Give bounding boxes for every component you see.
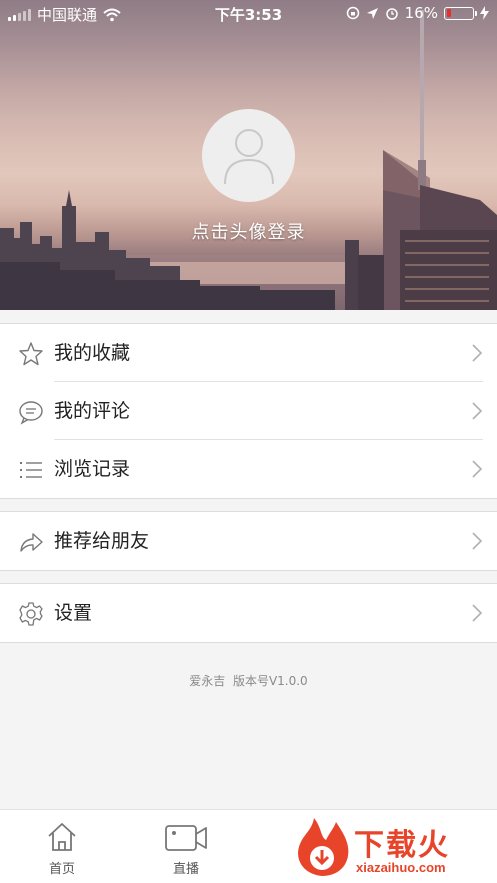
gear-icon xyxy=(19,602,43,626)
app-name: 爱永吉 xyxy=(189,674,226,688)
tab-label: 首页 xyxy=(48,862,75,877)
battery-icon xyxy=(444,6,477,20)
menu-item-favorites[interactable]: 我的收藏 xyxy=(0,324,497,382)
menu-group-settings: 设置 xyxy=(0,583,497,643)
charging-bolt-icon xyxy=(480,6,489,20)
battery-percent: 16% xyxy=(404,4,438,22)
chevron-right-icon xyxy=(472,344,483,362)
menu-item-settings[interactable]: 设置 xyxy=(0,584,497,642)
menu-item-comments[interactable]: 我的评论 xyxy=(0,382,497,440)
watermark-url: xiazaihuo.com xyxy=(356,860,446,875)
tab-home[interactable]: 首页 xyxy=(22,820,102,877)
version-number: 版本号V1.0.0 xyxy=(232,674,308,688)
share-arrow-icon xyxy=(20,533,43,552)
comment-bubble-icon xyxy=(19,401,43,425)
user-placeholder-icon xyxy=(223,128,274,184)
chevron-right-icon xyxy=(472,402,483,420)
menu-label: 浏览记录 xyxy=(54,458,131,480)
menu-label: 设置 xyxy=(54,602,93,624)
video-camera-icon xyxy=(165,825,207,851)
watermark-logo: 下载火 xiazaihuo.com xyxy=(292,816,492,880)
menu-label: 我的评论 xyxy=(54,400,131,422)
chevron-right-icon xyxy=(472,532,483,550)
watermark-text: 下载火 xyxy=(354,828,450,863)
chevron-right-icon xyxy=(472,460,483,478)
star-icon xyxy=(19,342,43,366)
menu-group-share: 推荐给朋友 xyxy=(0,511,497,571)
list-icon xyxy=(20,462,42,478)
menu-item-history[interactable]: 浏览记录 xyxy=(0,440,497,498)
login-prompt[interactable]: 点击头像登录 xyxy=(0,218,497,244)
menu-label: 推荐给朋友 xyxy=(54,530,150,552)
home-icon xyxy=(48,823,76,851)
status-bar: 中国联通 下午3:53 16% xyxy=(0,0,497,28)
menu-item-share[interactable]: 推荐给朋友 xyxy=(0,512,497,570)
avatar-button[interactable] xyxy=(202,109,295,202)
flame-logo-icon xyxy=(298,818,349,876)
rotation-lock-icon xyxy=(346,6,359,20)
tab-label: 直播 xyxy=(172,862,199,877)
location-arrow-icon xyxy=(366,7,378,19)
chevron-right-icon xyxy=(472,604,483,622)
tab-live[interactable]: 直播 xyxy=(146,820,226,877)
profile-header: 中国联通 下午3:53 16% 点击头像登录 xyxy=(0,0,497,310)
menu-group-personal: 我的收藏 我的评论 浏览记录 xyxy=(0,323,497,499)
menu-label: 我的收藏 xyxy=(54,342,131,364)
version-info: 爱永吉 版本号V1.0.0 xyxy=(0,672,497,689)
alarm-icon xyxy=(385,8,398,20)
